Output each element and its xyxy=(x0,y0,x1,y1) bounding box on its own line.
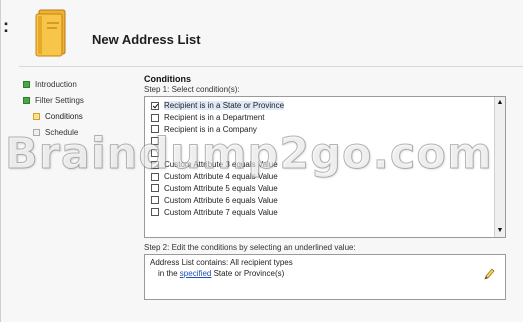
nav-item-label: Introduction xyxy=(35,80,77,89)
green-box-icon xyxy=(23,97,30,104)
wizard-title: New Address List xyxy=(92,32,201,47)
conditions-panel: Conditions Step 1: Select condition(s): … xyxy=(144,74,509,300)
header-divider xyxy=(19,66,523,67)
list-scrollbar[interactable]: ▲ ▼ xyxy=(494,97,505,237)
edit-line-suffix: State or Province(s) xyxy=(211,269,285,278)
specified-link[interactable]: specified xyxy=(180,269,212,278)
condition-label: Recipient is in a Company xyxy=(164,124,257,134)
condition-checkbox[interactable] xyxy=(151,172,159,181)
edit-line-1: Address List contains: All recipient typ… xyxy=(150,258,293,267)
nav-item-label: Conditions xyxy=(45,112,83,121)
scroll-down-arrow-icon[interactable]: ▼ xyxy=(495,226,505,236)
edit-line-2: in the specified State or Province(s) xyxy=(150,268,500,279)
step2-label: Step 2: Edit the conditions by selecting… xyxy=(144,243,356,252)
condition-checkbox[interactable] xyxy=(151,101,159,110)
condition-row[interactable]: Recipient is in a Department xyxy=(151,112,491,124)
section-title: Conditions xyxy=(144,74,191,84)
condition-row[interactable]: Custom Attribute 4 equals Value xyxy=(151,171,491,183)
condition-label: Recipient is in a State or Province xyxy=(164,101,285,111)
condition-checkbox[interactable] xyxy=(151,208,159,217)
condition-edit-box: Address List contains: All recipient typ… xyxy=(144,254,506,300)
green-box-icon xyxy=(23,81,30,88)
condition-label: Custom Attribute 3 equals Value xyxy=(164,160,278,170)
condition-label: Custom Attribute 5 equals Value xyxy=(164,183,278,193)
condition-row[interactable]: Custom Attribute 5 equals Value xyxy=(151,183,491,195)
nav-item-filter-settings[interactable]: Filter Settings xyxy=(23,94,135,107)
condition-row[interactable] xyxy=(151,147,491,159)
colon-mark: : xyxy=(3,16,9,36)
condition-label: Custom Attribute 7 equals Value xyxy=(164,207,278,217)
condition-row[interactable]: Custom Attribute 7 equals Value xyxy=(151,206,491,218)
scroll-up-arrow-icon[interactable]: ▲ xyxy=(495,98,505,108)
folder-book-icon xyxy=(35,9,66,57)
condition-row[interactable]: Recipient is in a State or Province xyxy=(151,100,491,112)
nav-item-introduction[interactable]: Introduction xyxy=(23,78,135,91)
condition-checkbox[interactable] xyxy=(151,196,159,205)
nav-item-schedule[interactable]: Schedule xyxy=(23,126,135,139)
wizard-nav: Introduction Filter Settings Conditions … xyxy=(23,78,135,142)
condition-label: Custom Attribute 4 equals Value xyxy=(164,172,278,182)
edit-line-prefix: in the xyxy=(158,269,180,278)
condition-checkbox[interactable] xyxy=(151,137,159,146)
condition-checkbox[interactable] xyxy=(151,160,159,169)
condition-row[interactable]: Recipient is in a Company xyxy=(151,124,491,136)
nav-item-label: Filter Settings xyxy=(35,96,84,105)
condition-label: Custom Attribute 6 equals Value xyxy=(164,195,278,205)
condition-checkbox[interactable] xyxy=(151,113,159,122)
condition-row[interactable]: Custom Attribute 6 equals Value xyxy=(151,194,491,206)
condition-checkbox[interactable] xyxy=(151,184,159,193)
condition-checkbox[interactable] xyxy=(151,125,159,134)
condition-checkbox[interactable] xyxy=(151,149,159,158)
gray-box-icon xyxy=(33,129,40,136)
conditions-list[interactable]: Recipient is in a State or Province Reci… xyxy=(144,96,506,238)
wizard-window: : New Address List Introduction Filter S… xyxy=(0,0,523,322)
step1-label: Step 1: Select condition(s): xyxy=(144,85,240,94)
condition-row[interactable]: Custom Attribute 3 equals Value xyxy=(151,159,491,171)
condition-label: Recipient is in a Department xyxy=(164,113,265,123)
nav-item-label: Schedule xyxy=(45,128,79,137)
pencil-icon[interactable] xyxy=(483,267,495,281)
nav-item-conditions[interactable]: Conditions xyxy=(23,110,135,123)
condition-row[interactable] xyxy=(151,135,491,147)
orange-box-icon xyxy=(33,113,40,120)
